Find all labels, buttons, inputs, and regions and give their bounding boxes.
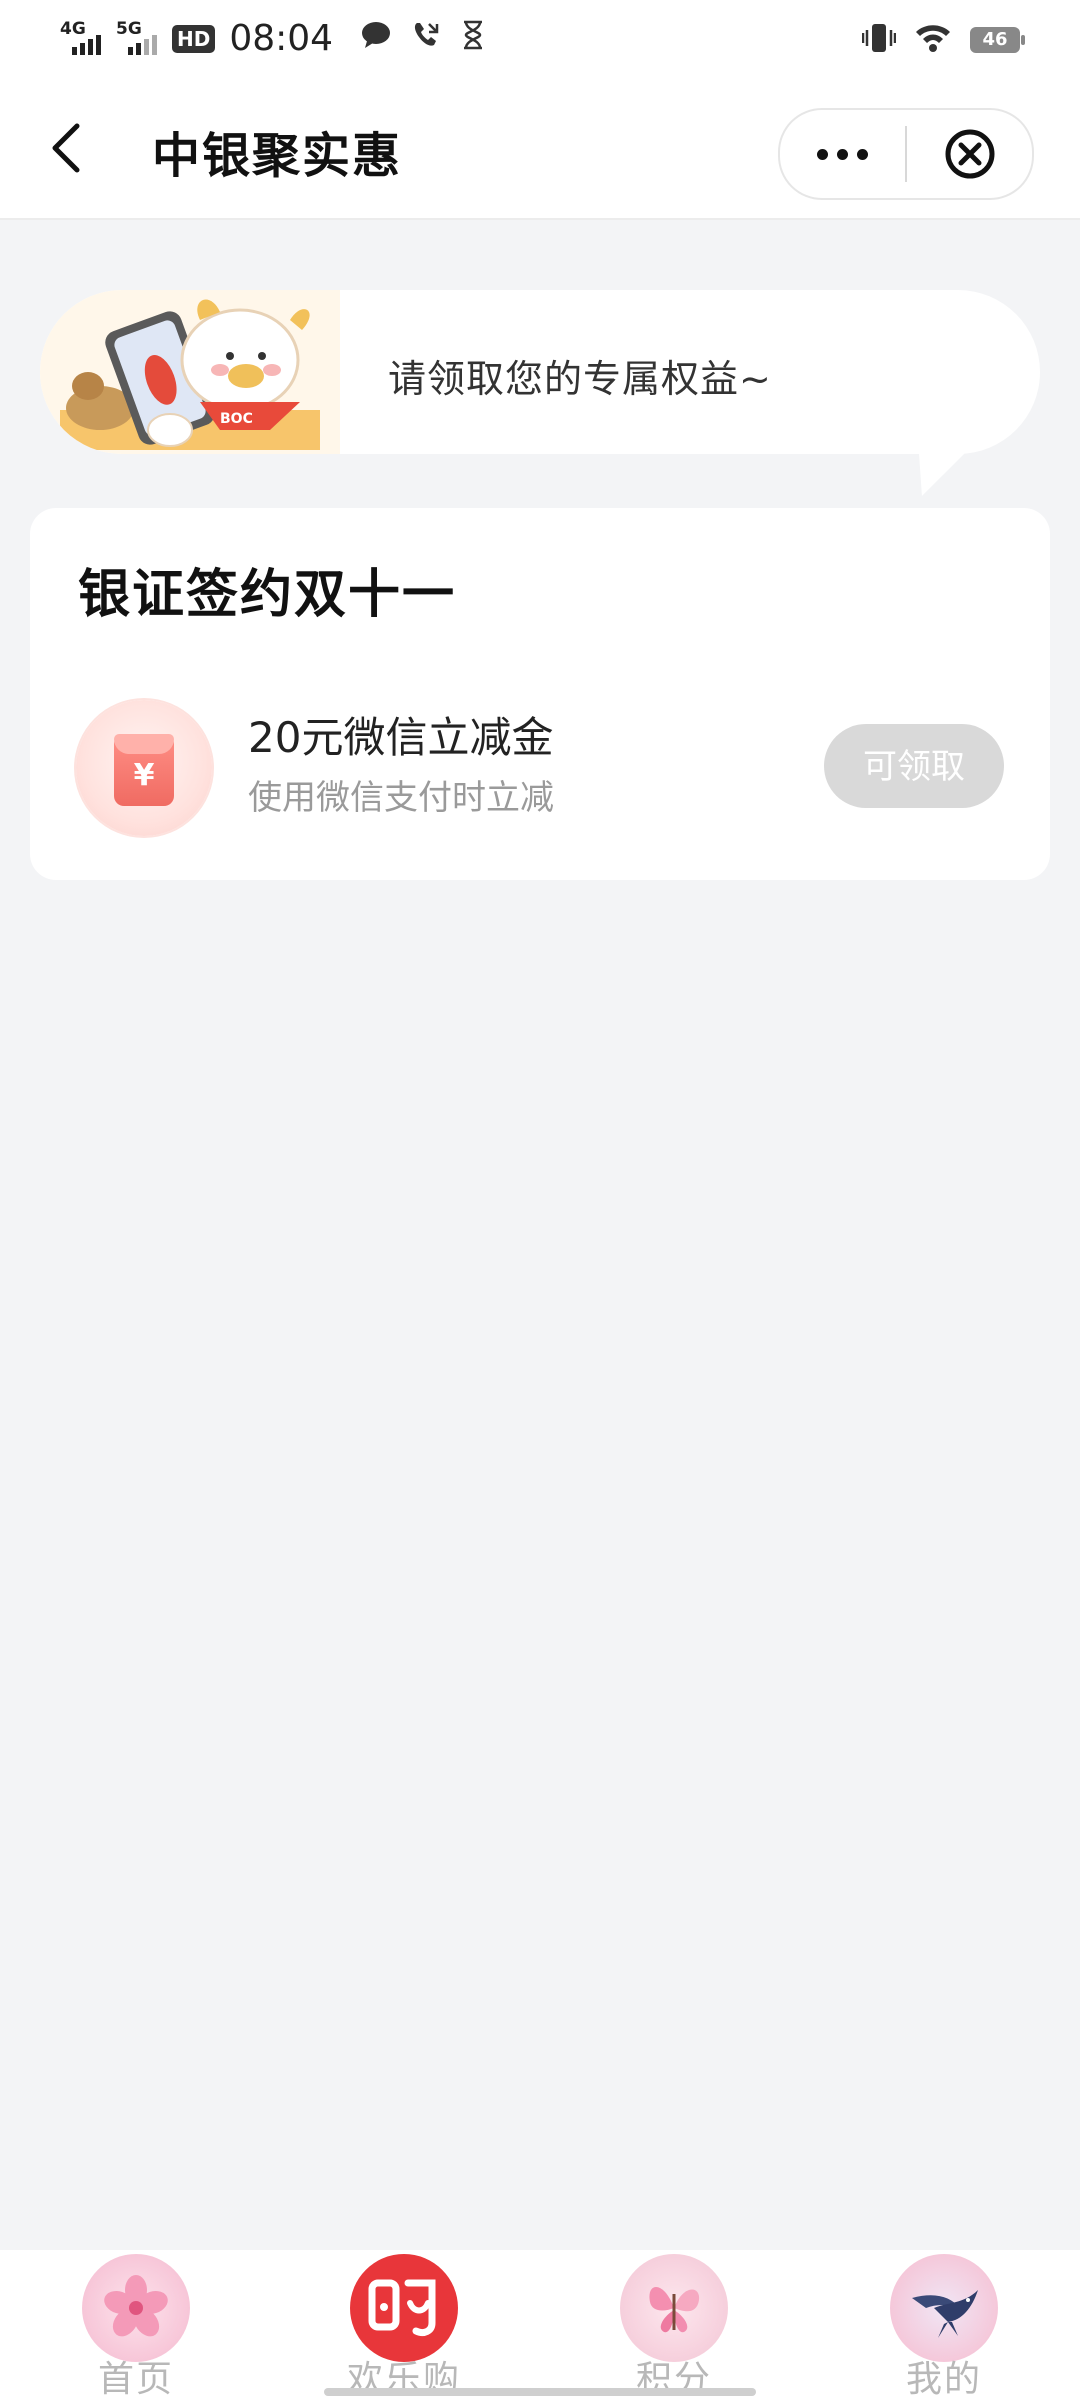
- page-title: 中银聚实惠: [152, 128, 403, 184]
- tab-mine-label: 我的: [905, 2359, 982, 2400]
- more-dots-icon: [817, 148, 828, 160]
- nav-bar: 中银聚实惠: [0, 86, 1080, 220]
- status-right: 46: [861, 22, 1025, 58]
- wechat-bubble-icon: [361, 21, 391, 57]
- tab-home[interactable]: 首页: [36, 2250, 236, 2400]
- missed-call-icon: [411, 20, 441, 58]
- home-indicator[interactable]: [324, 2388, 756, 2396]
- shopping-logo-icon: [350, 2254, 458, 2362]
- close-circle-icon: [945, 129, 994, 179]
- tab-home-label: 首页: [97, 2359, 174, 2400]
- screen: 4G 5G HD 08:04 46 中银聚实惠 BOC 请领取您的专属权益~ 银…: [0, 0, 1080, 2400]
- status-bar: 4G 5G HD 08:04 46: [0, 0, 1080, 86]
- signal-5g-icon: 5G: [116, 19, 162, 59]
- status-left: 4G 5G HD 08:04: [60, 18, 495, 59]
- mascot-label: BOC: [220, 411, 253, 427]
- tab-mine[interactable]: 我的: [844, 2250, 1044, 2400]
- hd-voice-icon: HD: [172, 24, 216, 53]
- red-envelope-icon: ¥: [76, 700, 212, 836]
- claim-button[interactable]: 可领取: [824, 724, 1004, 808]
- benefit-card: 银证签约双十一 ¥ 20元微信立减金 使用微信支付时立减 可领取: [30, 508, 1050, 880]
- signal-4g-icon: 4G: [60, 19, 106, 59]
- mascot-illustration-icon: BOC: [40, 290, 340, 454]
- cherry-blossom-icon: [82, 2254, 190, 2362]
- tab-points[interactable]: 积分: [574, 2250, 774, 2400]
- vibrate-icon: [861, 22, 897, 58]
- yen-glyph: ¥: [133, 758, 155, 793]
- more-button[interactable]: [780, 110, 905, 198]
- butterfly-icon: [620, 2254, 728, 2362]
- back-button[interactable]: [36, 118, 96, 178]
- banner-text: 请领取您的专属权益~: [388, 357, 772, 401]
- status-time: 08:04: [229, 18, 334, 59]
- hourglass-icon: [461, 20, 485, 58]
- coupon-name: 20元微信立减金: [248, 713, 554, 762]
- battery-icon: 46: [970, 27, 1025, 53]
- close-button[interactable]: [907, 110, 1032, 198]
- swallow-icon: [890, 2254, 998, 2362]
- wifi-icon: [914, 23, 952, 57]
- tab-shopping[interactable]: 欢乐购: [304, 2250, 504, 2400]
- coupon-description: 使用微信支付时立减: [248, 778, 554, 818]
- mini-program-capsule: [778, 108, 1034, 200]
- card-title: 银证签约双十一: [78, 565, 457, 625]
- chevron-left-icon: [52, 123, 80, 173]
- tab-bar: 首页 欢乐购 积分 我的: [0, 2250, 1080, 2400]
